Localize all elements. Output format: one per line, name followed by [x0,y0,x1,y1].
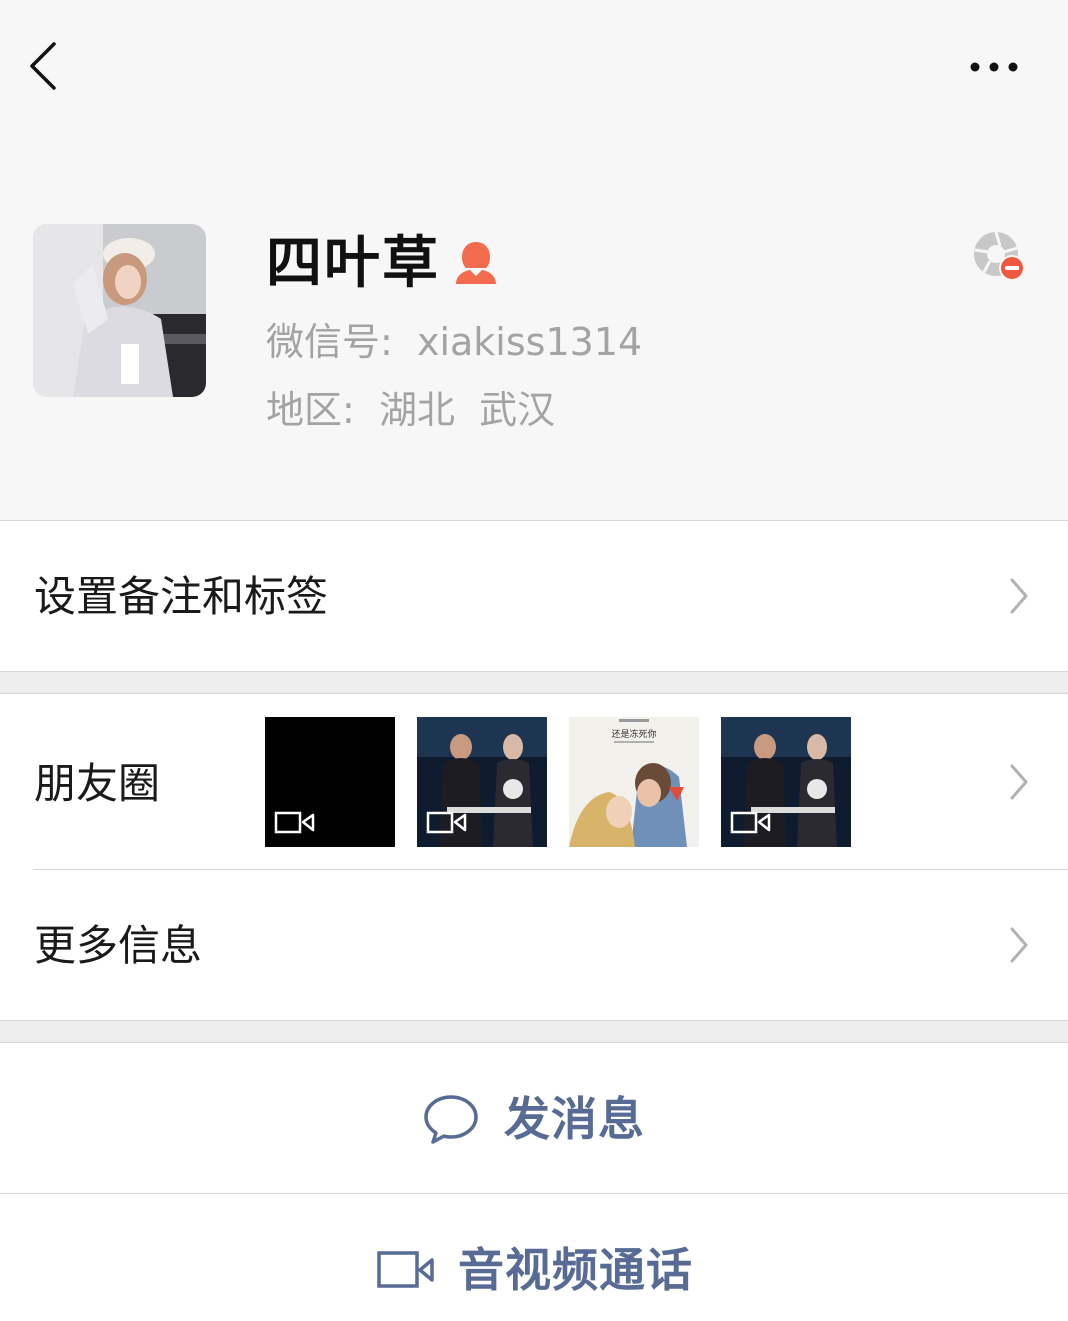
contact-name: 四叶草 [266,231,440,296]
moments-row[interactable]: 朋友圈 还是冻死你 [0,694,1068,870]
illustration-caption: 还是冻死你 [611,728,656,740]
moment-thumb-video[interactable] [265,717,395,847]
more-dots-icon [970,62,1018,72]
aperture-minus-icon[interactable] [970,228,1030,286]
more-info-label: 更多信息 [34,921,203,970]
more-options-button[interactable] [960,46,1030,86]
moments-label: 朋友圈 [34,759,161,808]
video-camera-icon [377,1251,434,1288]
region: 地区: 湖北 武汉 [266,388,556,432]
divider [0,1020,1068,1021]
top-nav-bar [0,0,1068,130]
set-remarks-row[interactable]: 设置备注和标签 [0,521,1068,671]
moment-thumb-video[interactable] [721,717,851,847]
moment-thumb-image[interactable]: 还是冻死你 [569,717,699,847]
profile-header: 四叶草 微信号: xiakiss1314 地区: 湖北 武汉 [0,130,1068,520]
divider [0,671,1068,672]
video-call-label: 音视频通话 [458,1243,693,1297]
chevron-right-icon [1010,578,1028,614]
send-message-button[interactable]: 发消息 [0,1043,1068,1193]
set-remarks-label: 设置备注和标签 [34,572,329,621]
chevron-right-icon [1010,927,1028,963]
wechat-id: 微信号: xiakiss1314 [266,320,643,364]
female-user-icon [454,238,498,286]
moment-thumb-video[interactable] [417,717,547,847]
back-button[interactable] [22,36,72,96]
chat-bubble-icon [424,1095,478,1144]
more-info-row[interactable]: 更多信息 [0,870,1068,1020]
chevron-left-icon [30,42,56,90]
video-call-button[interactable]: 音视频通话 [0,1194,1068,1321]
chevron-right-icon [1010,764,1028,800]
send-message-label: 发消息 [504,1092,645,1146]
avatar[interactable] [33,224,206,397]
